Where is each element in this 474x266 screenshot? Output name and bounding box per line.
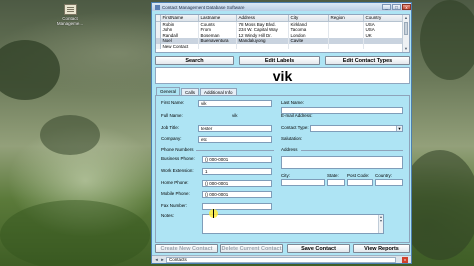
search-button[interactable]: Search — [155, 56, 234, 65]
mobile-phone-field[interactable]: () 000-0001 — [202, 191, 272, 198]
tree-silhouette — [40, 115, 100, 155]
mobile-phone-label: Mobile Phone: — [161, 191, 190, 196]
company-label: Company: — [161, 136, 182, 141]
last-name-label: Last Name: — [281, 100, 305, 105]
work-extension-label: Work Extension: — [161, 168, 194, 173]
cell-region[interactable] — [328, 43, 364, 49]
tab-strip: General Calls Additional Info — [156, 87, 238, 95]
tab-general[interactable]: General — [156, 87, 181, 95]
address-section-divider — [301, 150, 403, 151]
window-title: Contact Management Database Software — [162, 4, 245, 10]
close-button[interactable]: x — [402, 4, 411, 10]
minimize-button[interactable]: _ — [382, 4, 391, 10]
notes-scrollbar[interactable]: ▲ ▼ — [378, 215, 383, 233]
cell-country[interactable] — [363, 43, 404, 49]
create-new-contact-button[interactable]: Create New Contact — [155, 244, 218, 253]
full-name-label: Full Name: — [161, 113, 183, 118]
title-bar[interactable]: Contact Management Database Software _ □… — [152, 3, 411, 11]
post-code-field[interactable] — [347, 179, 373, 186]
company-field[interactable]: etc — [198, 136, 272, 143]
notes-textarea[interactable]: ▲ ▼ — [202, 214, 384, 234]
view-reports-button[interactable]: View Reports — [353, 244, 410, 253]
nav-right-icon[interactable]: ► — [160, 257, 165, 262]
full-name-value: vik — [232, 113, 238, 118]
tree-silhouette — [0, 40, 60, 100]
scroll-down-arrow-icon[interactable]: ▼ — [403, 46, 409, 52]
first-name-field[interactable]: vik — [198, 100, 272, 107]
edit-contact-types-button[interactable]: Edit Contact Types — [325, 56, 410, 65]
tab-calls[interactable]: Calls — [181, 88, 200, 95]
city-field[interactable] — [281, 179, 325, 186]
mouse-cursor — [209, 209, 218, 218]
nav-left-icon[interactable]: ◄ — [154, 257, 159, 262]
cell-address[interactable] — [236, 43, 289, 49]
chevron-down-icon[interactable]: ▼ — [396, 126, 402, 131]
job-title-field[interactable]: tester — [198, 125, 272, 132]
general-tab-panel: First Name: vik Full Name: vik Job Title… — [155, 95, 410, 243]
first-name-label: First Name: — [161, 100, 185, 105]
phone-numbers-heading: Phone Numbers — [161, 147, 194, 152]
grass-field — [0, 200, 150, 266]
address-textarea[interactable] — [281, 156, 403, 169]
close-icon[interactable]: x — [402, 257, 408, 263]
contact-type-dropdown[interactable]: ▼ — [310, 125, 403, 132]
business-phone-field[interactable]: () 000-0001 — [202, 156, 272, 163]
scroll-up-arrow-icon[interactable]: ▲ — [403, 15, 409, 21]
phone-section-divider — [196, 150, 274, 151]
fax-number-label: Fax Number: — [161, 203, 188, 208]
cell-city[interactable] — [288, 43, 329, 49]
table-row-new[interactable]: New Contact — [156, 43, 404, 49]
business-phone-label: Business Phone: — [161, 156, 195, 161]
delete-current-contact-button[interactable]: Delete Current Contact — [220, 244, 283, 253]
country-field[interactable] — [375, 179, 403, 186]
app-window: Contact Management Database Software _ □… — [151, 2, 412, 264]
maximize-button[interactable]: □ — [392, 4, 401, 10]
save-contact-button[interactable]: Save Contact — [287, 244, 350, 253]
tree-silhouette — [420, 0, 474, 80]
contact-display-name: vik — [155, 67, 410, 84]
document-icon — [63, 4, 77, 15]
object-tab-bar: ◄ ► Contacts x — [152, 255, 411, 263]
work-extension-field[interactable]: 1 — [202, 168, 272, 175]
edit-labels-button[interactable]: Edit Labels — [239, 56, 320, 65]
grid-vertical-scrollbar[interactable]: ▲ ▼ — [402, 15, 409, 52]
state-field[interactable] — [327, 179, 345, 186]
cell-lastname[interactable] — [198, 43, 237, 49]
app-icon — [155, 4, 160, 10]
tab-contacts[interactable]: Contacts — [166, 257, 396, 263]
email-label: E-mail Address: — [281, 113, 313, 118]
scroll-thumb[interactable] — [404, 22, 408, 35]
notes-label: Notes: — [161, 213, 175, 218]
job-title-label: Job Title: — [161, 125, 180, 130]
home-phone-field[interactable]: () 000-0001 — [202, 180, 272, 187]
desktop-shortcut-label-line2: Manageme... — [56, 21, 84, 26]
desktop-shortcut-contact-management[interactable]: Contact Manageme... — [56, 4, 84, 26]
contacts-grid[interactable]: FirstName Lastname Address City Region C… — [155, 14, 410, 53]
cell-firstname[interactable]: New Contact — [160, 43, 199, 49]
text-cursor-icon — [213, 209, 214, 218]
address-heading: Address — [281, 147, 298, 152]
home-phone-label: Home Phone: — [161, 180, 189, 185]
contact-type-label: Contact Type: — [281, 125, 309, 130]
tab-additional-info[interactable]: Additional Info — [200, 88, 237, 95]
salutation-label: Salutation: — [281, 136, 303, 141]
